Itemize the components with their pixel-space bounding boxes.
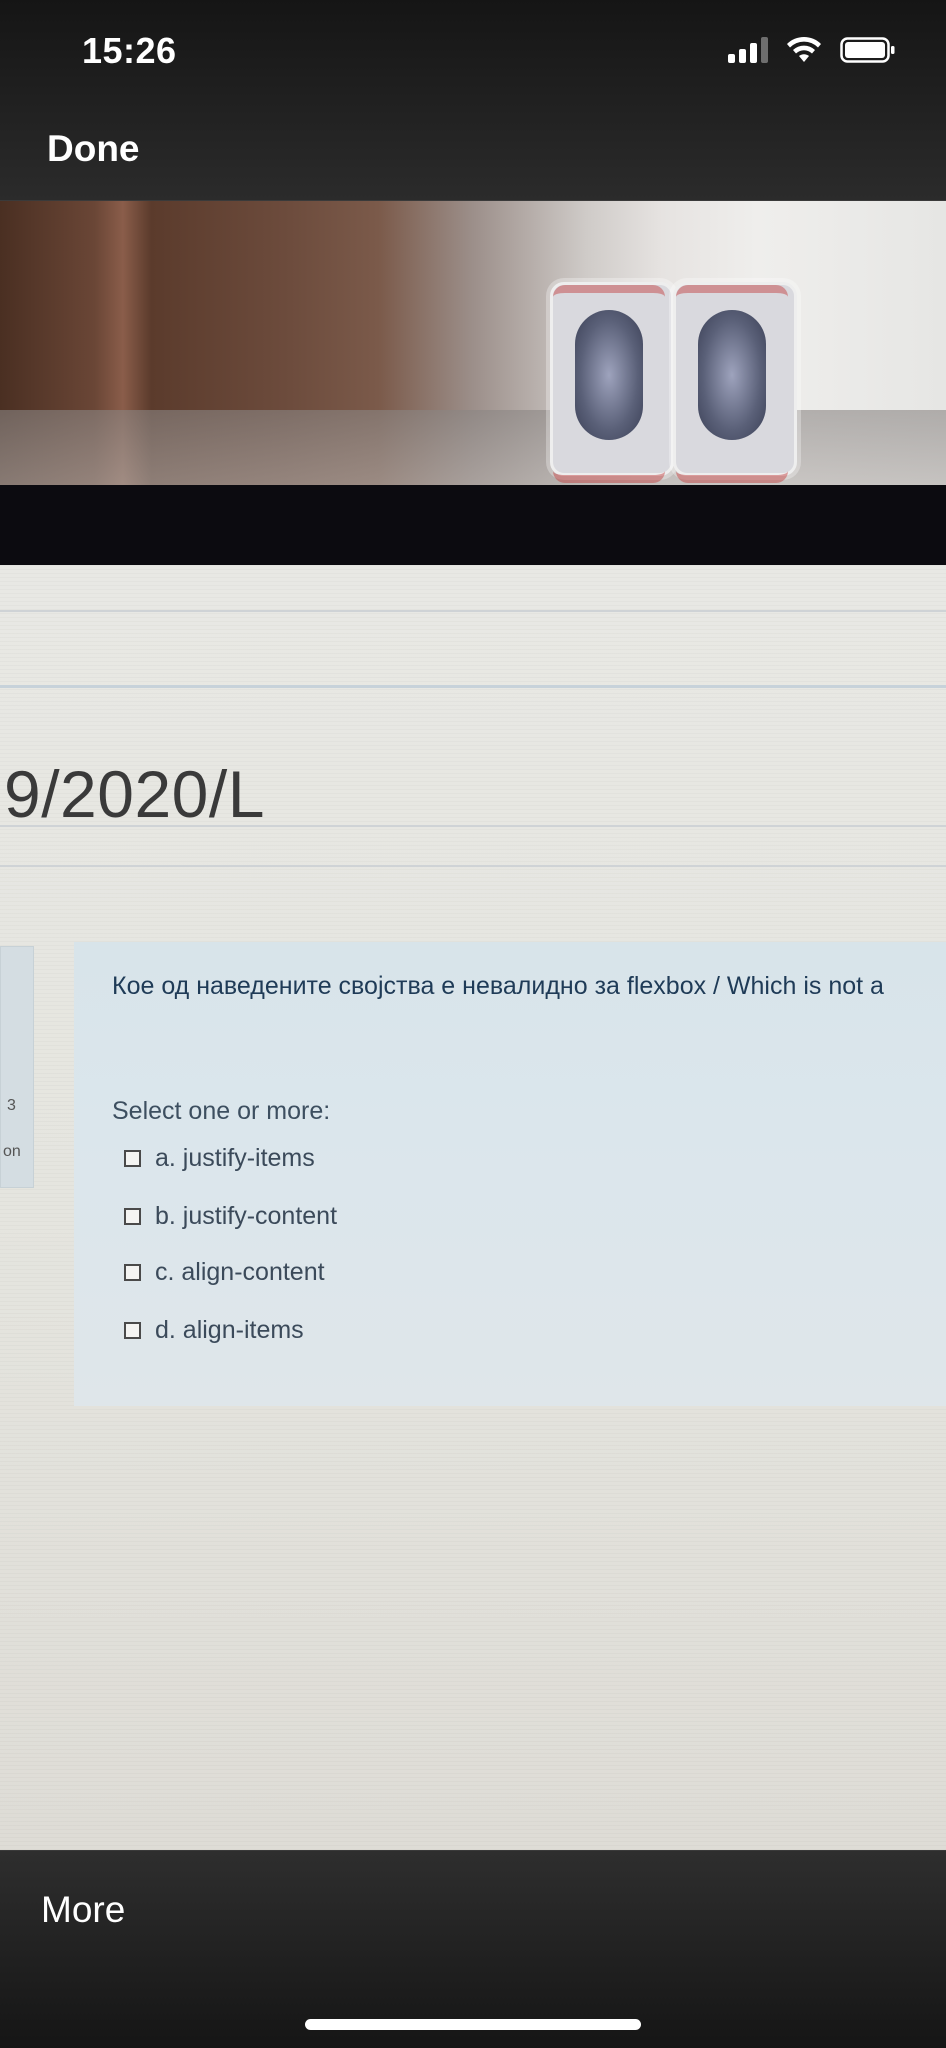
info-fragment: on xyxy=(3,1143,21,1160)
answer-option[interactable]: a. justify-items xyxy=(124,1144,315,1173)
cellular-signal-icon xyxy=(728,37,768,63)
answer-label: d. align-items xyxy=(155,1316,304,1344)
question-text: Кое од наведените својства е невалидно з… xyxy=(112,972,884,1000)
photo-frame-right xyxy=(673,282,797,483)
answer-option[interactable]: b. justify-content xyxy=(124,1202,337,1231)
checkbox[interactable] xyxy=(124,1208,141,1225)
more-button[interactable]: More xyxy=(41,1889,125,1931)
home-indicator[interactable] xyxy=(305,2019,641,2030)
photo-viewer: 15:26 Done 9/2020/L 3 on Кое од наведени… xyxy=(0,0,946,2048)
info-fragment: 3 xyxy=(7,1097,16,1114)
done-button[interactable]: Done xyxy=(47,128,140,170)
question-info-panel: 3 on xyxy=(0,946,34,1188)
photo-frame-left xyxy=(550,282,674,483)
answer-label: a. justify-items xyxy=(155,1144,315,1172)
answer-option[interactable]: c. align-content xyxy=(124,1258,325,1287)
checkbox[interactable] xyxy=(124,1150,141,1167)
answer-option[interactable]: d. align-items xyxy=(124,1316,304,1345)
checkbox[interactable] xyxy=(124,1322,141,1339)
top-bar: 15:26 Done xyxy=(0,0,946,201)
photo-image: 9/2020/L 3 on Кое од наведените својства… xyxy=(0,200,946,1850)
divider xyxy=(0,610,946,612)
answer-label: c. align-content xyxy=(155,1258,325,1286)
monitor-bezel xyxy=(0,485,946,565)
bottom-toolbar: More xyxy=(0,1850,946,2048)
answer-label: b. justify-content xyxy=(155,1202,338,1230)
wifi-icon xyxy=(787,36,821,62)
battery-icon xyxy=(840,37,895,63)
course-title: 9/2020/L xyxy=(4,757,265,831)
select-hint: Select one or more: xyxy=(112,1097,331,1125)
checkbox[interactable] xyxy=(124,1264,141,1281)
divider xyxy=(0,865,946,867)
status-time: 15:26 xyxy=(82,30,177,71)
divider xyxy=(0,685,946,688)
question-box: Кое од наведените својства е невалидно з… xyxy=(74,942,946,1406)
status-icons xyxy=(728,36,896,64)
